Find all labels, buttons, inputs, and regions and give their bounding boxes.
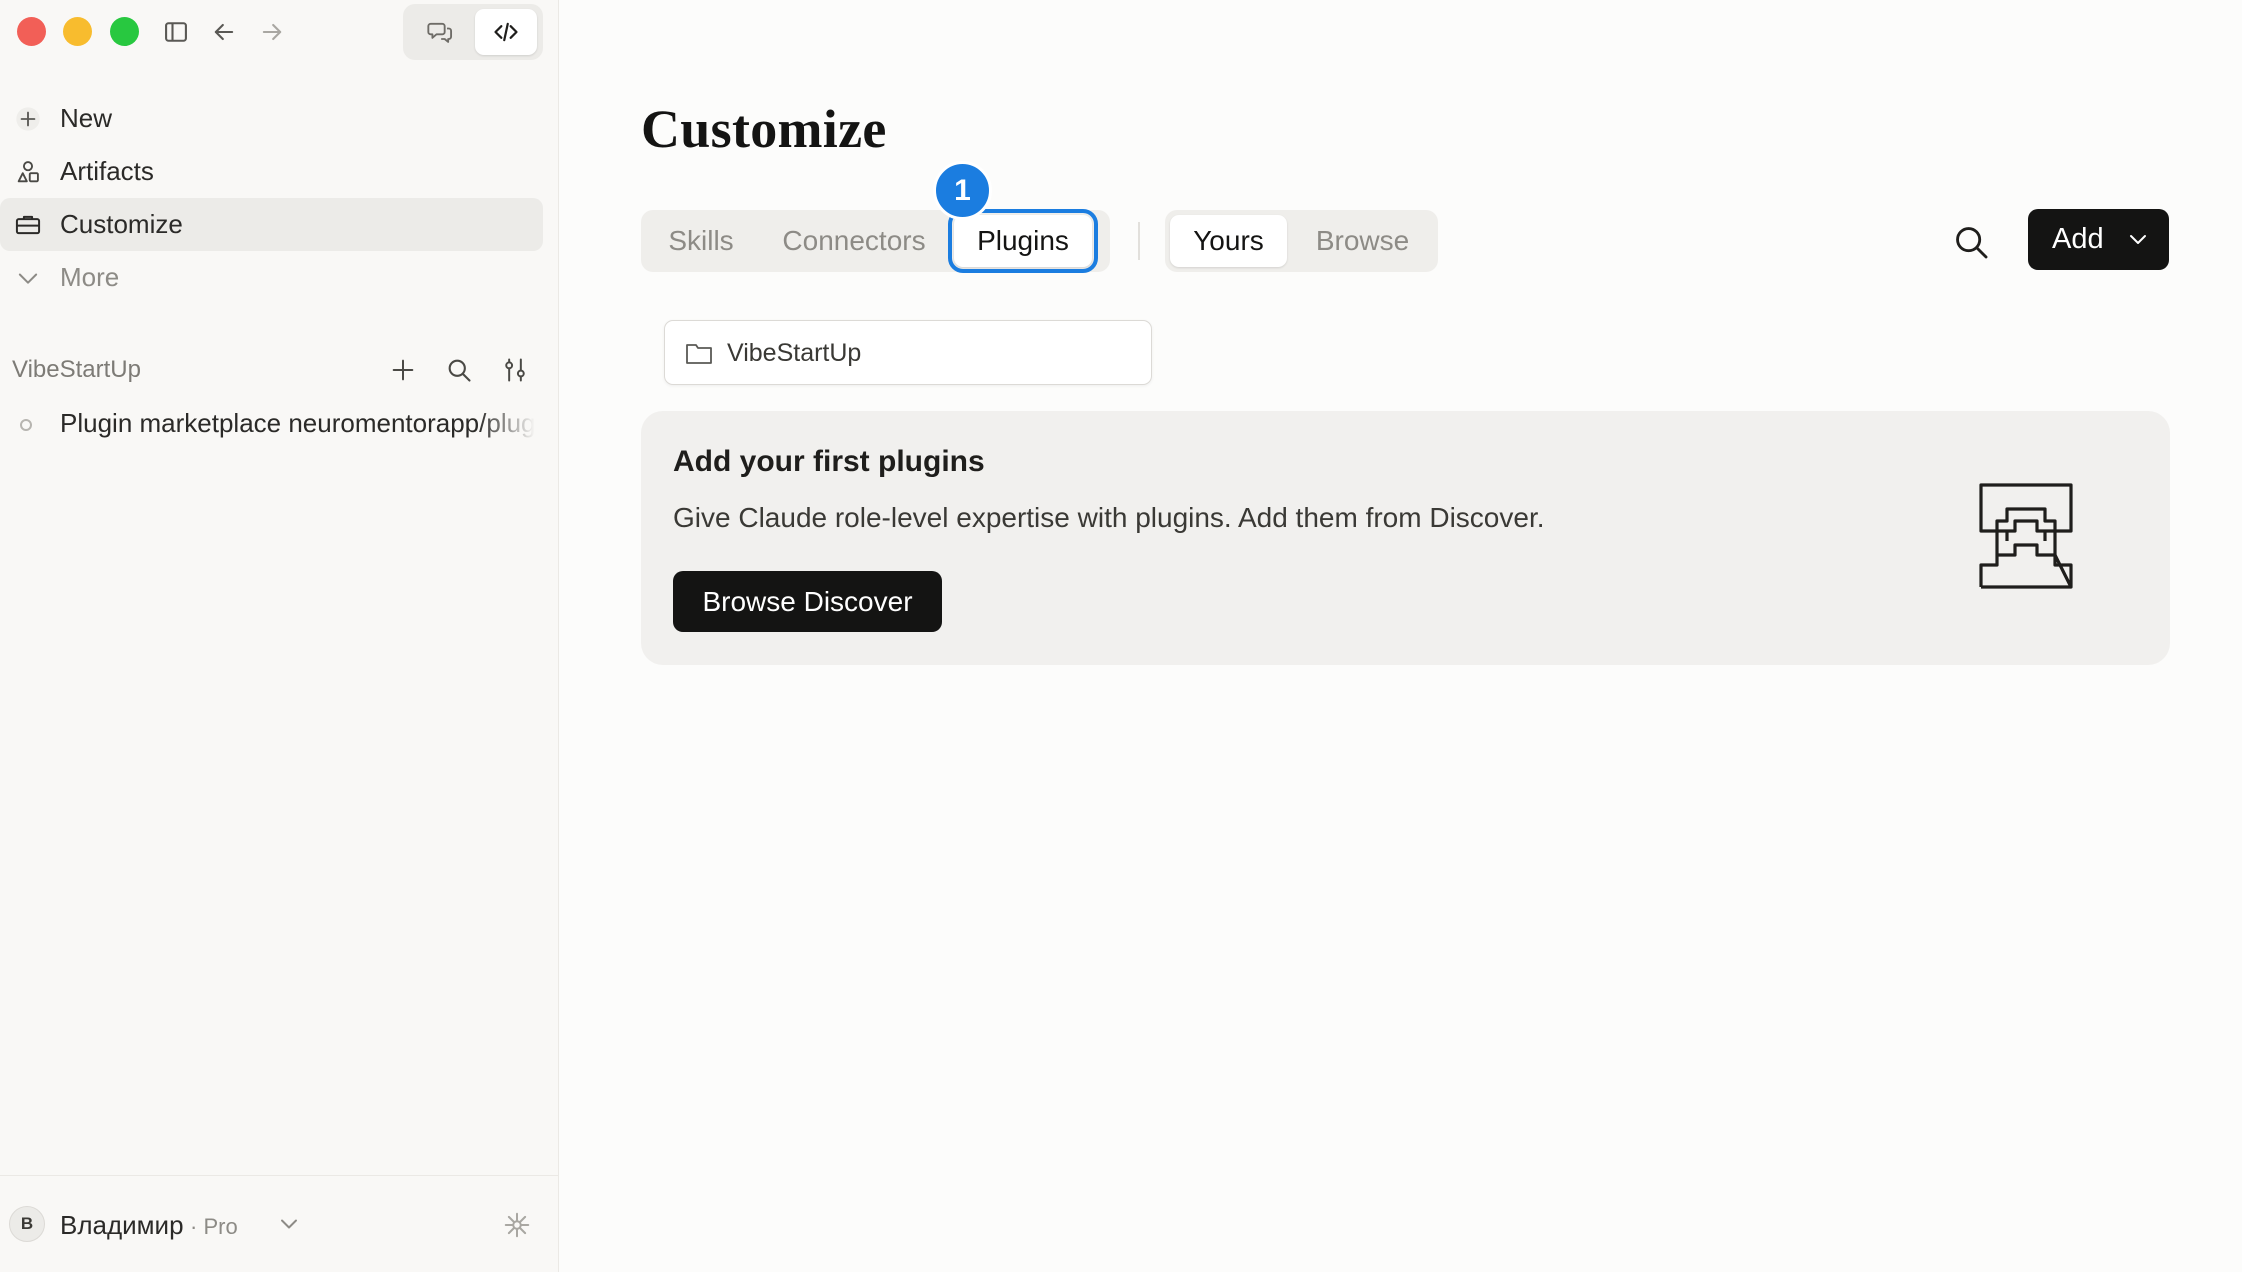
nav-label: Customize (60, 209, 183, 239)
chevron-down-icon (14, 264, 42, 292)
session-item[interactable]: Plugin marketplace neuromentorapp/plugin… (60, 408, 535, 439)
plus-icon (14, 105, 42, 133)
zoom-window-button[interactable] (110, 17, 139, 46)
back-arrow-icon[interactable] (207, 15, 241, 49)
search-button[interactable] (1947, 218, 1995, 266)
step-badge: 1 (933, 161, 992, 220)
nav-customize[interactable]: Customize (0, 198, 543, 251)
chevron-down-icon[interactable] (275, 1210, 303, 1238)
empty-state-description: Give Claude role-level expertise with pl… (673, 502, 1545, 533)
search-icon (1956, 227, 1988, 259)
search-icon[interactable] (443, 354, 475, 386)
plus-icon[interactable] (387, 354, 419, 386)
user-name: Владимир (60, 1210, 184, 1240)
code-icon (494, 22, 518, 42)
category-tabs: Skills Connectors Plugins (641, 209, 1110, 273)
nav-label: Artifacts (60, 156, 154, 186)
nav-label: More (60, 262, 120, 292)
page-title: Customize (641, 99, 887, 159)
chat-bubbles-icon (427, 22, 453, 43)
session-status-dot (20, 419, 32, 431)
chevron-down-icon (2130, 235, 2146, 244)
add-label: Add (2052, 223, 2104, 255)
folder-selector[interactable]: VibeStartUp (664, 320, 1152, 385)
briefcase-icon (14, 211, 42, 239)
shapes-icon (14, 158, 42, 186)
filter-sliders-icon[interactable] (499, 354, 531, 386)
account-footer[interactable]: В Владимир · Pro (0, 1175, 559, 1272)
avatar: В (9, 1206, 45, 1242)
tab-skills[interactable]: Skills (641, 210, 761, 272)
plugin-puzzle-icon (1979, 483, 2073, 589)
tab-plugins[interactable]: Plugins (948, 209, 1098, 273)
empty-state-card: Add your first plugins Give Claude role-… (641, 411, 2170, 665)
code-mode-button[interactable] (475, 9, 537, 55)
nav-new[interactable]: New (0, 92, 543, 145)
folder-name: VibeStartUp (727, 339, 862, 367)
tabs-divider (1138, 222, 1140, 260)
tab-browse[interactable]: Browse (1287, 210, 1438, 272)
tab-yours[interactable]: Yours (1170, 215, 1287, 267)
project-name[interactable]: VibeStartUp (12, 356, 141, 384)
tab-connectors[interactable]: Connectors (761, 210, 947, 272)
folder-icon (686, 344, 712, 364)
nav-more[interactable]: More (0, 251, 543, 304)
forward-arrow-icon[interactable] (255, 15, 289, 49)
project-header: VibeStartUp (12, 350, 542, 390)
sidebar-toggle-icon[interactable] (159, 15, 193, 49)
title-bar (0, 0, 559, 64)
sidebar: New Artifacts Customize More VibeStartUp (0, 0, 559, 1272)
nav-artifacts[interactable]: Artifacts (0, 145, 543, 198)
main-panel: Customize Skills Connectors Plugins 1 Yo… (560, 0, 2242, 1272)
nav-label: New (60, 103, 113, 133)
mode-switch (403, 4, 543, 60)
minimize-window-button[interactable] (63, 17, 92, 46)
user-plan: · Pro (190, 1214, 238, 1239)
empty-state-title: Add your first plugins (673, 445, 985, 478)
chat-mode-button[interactable] (409, 9, 471, 55)
scope-tabs: Yours Browse (1165, 210, 1438, 272)
sparkle-icon[interactable] (502, 1210, 532, 1240)
close-window-button[interactable] (17, 17, 46, 46)
add-button[interactable]: Add (2028, 209, 2169, 270)
browse-discover-button[interactable]: Browse Discover (673, 571, 942, 632)
